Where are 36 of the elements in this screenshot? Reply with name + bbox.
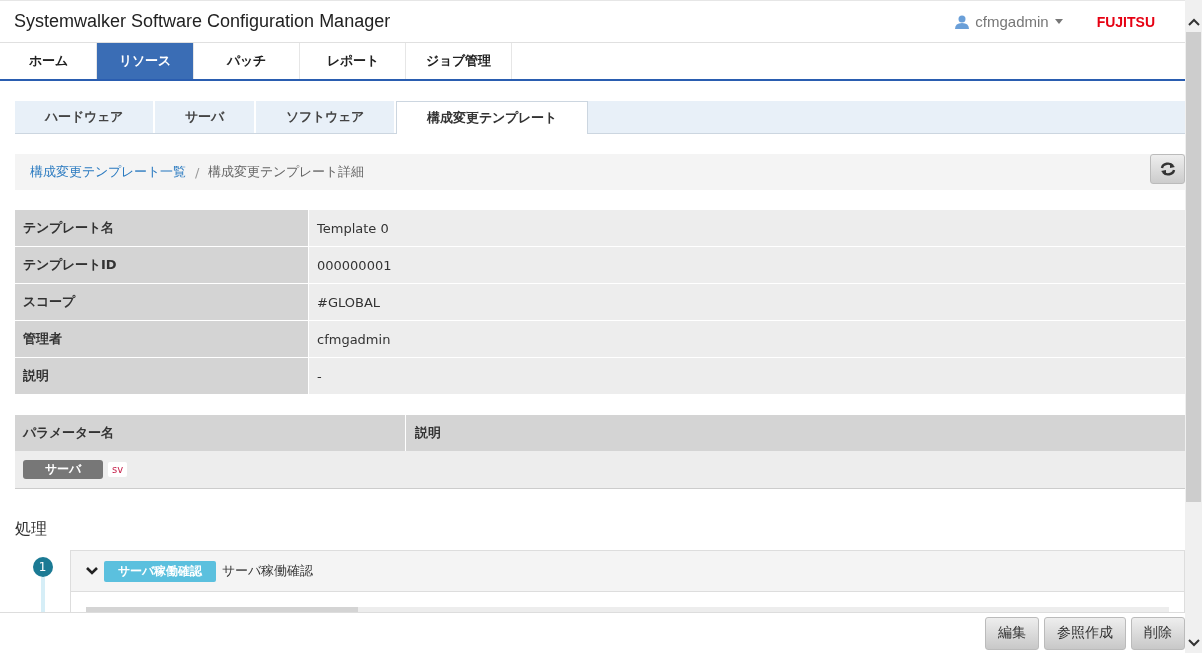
detail-value: 000000001 xyxy=(309,247,1185,283)
detail-value: - xyxy=(309,358,1185,394)
user-icon xyxy=(955,14,970,29)
user-menu[interactable]: cfmgadmin xyxy=(955,13,1063,30)
app-title: Systemwalker Software Configuration Manager xyxy=(14,11,392,32)
logo: FUJITSU xyxy=(1096,13,1155,30)
refresh-button[interactable] xyxy=(1150,154,1185,184)
refresh-icon xyxy=(1159,162,1176,176)
caret-icon xyxy=(1054,19,1063,24)
detail-label: 管理者 xyxy=(15,321,309,357)
scrollbar[interactable] xyxy=(1185,0,1202,653)
breadcrumb-current: 構成変更テンプレート詳細 xyxy=(208,163,365,181)
scroll-down-icon[interactable] xyxy=(1187,639,1200,647)
nav-tab[interactable]: リソース xyxy=(97,43,194,79)
detail-label: テンプレート名 xyxy=(15,210,309,246)
detail-value: #GLOBAL xyxy=(309,284,1185,320)
scroll-up-icon[interactable] xyxy=(1187,18,1200,26)
breadcrumb-separator: / xyxy=(195,164,200,180)
parameter-tag: サーバ xyxy=(23,460,103,479)
section-heading: 処理 xyxy=(15,519,48,540)
step-name: サーバ稼働確認 xyxy=(222,562,313,580)
step-number: 1 xyxy=(32,557,53,577)
parameter-code: sv xyxy=(108,462,128,477)
detail-label: 説明 xyxy=(15,358,309,394)
column-header: 説明 xyxy=(414,424,441,442)
action-button[interactable]: 削除 xyxy=(1131,616,1185,650)
action-button[interactable]: 編集 xyxy=(985,616,1039,650)
breadcrumb-link[interactable]: 構成変更テンプレート一覧 xyxy=(30,163,186,181)
detail-label: テンプレートID xyxy=(15,247,309,283)
step-tag: サーバ稼働確認 xyxy=(104,560,216,582)
chevron-icon[interactable] xyxy=(86,566,98,576)
sub-tab[interactable]: 構成変更テンプレート xyxy=(396,101,588,134)
detail-value: cfmgadmin xyxy=(309,321,1185,357)
detail-value: Template 0 xyxy=(309,210,1185,246)
action-button[interactable]: 参照作成 xyxy=(1044,616,1126,650)
detail-label: スコープ xyxy=(15,284,309,320)
